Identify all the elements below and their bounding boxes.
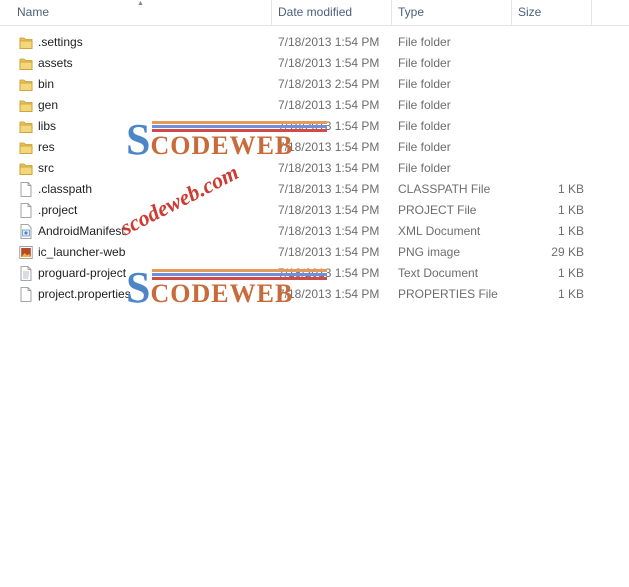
file-date-modified: 7/18/2013 1:54 PM [278, 56, 380, 70]
file-date-modified: 7/18/2013 1:54 PM [278, 161, 380, 175]
file-row[interactable]: AndroidManifest 7/18/2013 1:54 PM XML Docu… [0, 221, 629, 242]
file-name: .classpath [38, 182, 93, 196]
file-list: .settings 7/18/2013 1:54 PM File folder ass… [0, 32, 629, 305]
file-row[interactable]: project.properties 7/18/2013 1:54 PM PROPE… [0, 284, 629, 305]
file-size: 1 KB [557, 182, 584, 196]
file-icon [19, 203, 33, 218]
file-date-modified: 7/18/2013 1:54 PM [278, 203, 380, 217]
file-row[interactable]: .classpath 7/18/2013 1:54 PM CLASSPATH Fil… [0, 179, 629, 200]
file-type: PNG image [398, 245, 461, 259]
file-type: File folder [398, 35, 451, 49]
column-header-date-modified[interactable]: Date modified [272, 0, 392, 25]
file-row[interactable]: bin 7/18/2013 2:54 PM File folder [0, 74, 629, 95]
file-row[interactable]: gen 7/18/2013 1:54 PM File folder [0, 95, 629, 116]
image-file-icon [19, 245, 33, 260]
file-type: PROPERTIES File [398, 287, 498, 301]
file-icon [19, 182, 33, 197]
file-type: File folder [398, 161, 451, 175]
file-date-modified: 7/18/2013 1:54 PM [278, 266, 380, 280]
file-name: gen [38, 98, 59, 112]
file-type: PROJECT File [398, 203, 477, 217]
file-type: File folder [398, 77, 451, 91]
folder-icon [19, 35, 33, 50]
file-date-modified: 7/18/2013 2:54 PM [278, 77, 380, 91]
column-header-date-label: Date modified [278, 5, 353, 19]
file-icon [19, 287, 33, 302]
folder-icon [19, 140, 33, 155]
file-type: File folder [398, 119, 451, 133]
file-size: 1 KB [557, 203, 584, 217]
file-row[interactable]: .project 7/18/2013 1:54 PM PROJECT File 1 K… [0, 200, 629, 221]
file-name: res [38, 140, 55, 154]
xml-file-icon [19, 224, 33, 239]
file-type: XML Document [398, 224, 481, 238]
file-size: 1 KB [557, 266, 584, 280]
column-header-type-label: Type [398, 5, 425, 19]
column-header-size[interactable]: Size [512, 0, 592, 25]
file-date-modified: 7/18/2013 1:54 PM [278, 245, 380, 259]
sort-ascending-icon: ▲ [137, 0, 144, 7]
file-date-modified: 7/18/2013 1:54 PM [278, 287, 380, 301]
file-row[interactable]: .settings 7/18/2013 1:54 PM File folder [0, 32, 629, 53]
column-header-name-label: Name [17, 5, 50, 19]
folder-icon [19, 119, 33, 134]
file-type: Text Document [398, 266, 479, 280]
file-size: 1 KB [557, 287, 584, 301]
file-name: project.properties [38, 287, 131, 301]
file-row[interactable]: assets 7/18/2013 1:54 PM File folder [0, 53, 629, 74]
file-date-modified: 7/18/2013 1:54 PM [278, 119, 380, 133]
column-header-size-label: Size [518, 5, 542, 19]
file-size: 1 KB [557, 224, 584, 238]
file-name: bin [38, 77, 55, 91]
folder-icon [19, 56, 33, 71]
file-name: proguard-project [38, 266, 127, 280]
file-type: File folder [398, 140, 451, 154]
column-header-type[interactable]: Type [392, 0, 512, 25]
file-row[interactable]: libs 7/18/2013 1:54 PM File folder [0, 116, 629, 137]
file-name: AndroidManifest [38, 224, 125, 238]
folder-icon [19, 98, 33, 113]
file-name: .project [38, 203, 78, 217]
file-type: File folder [398, 56, 451, 70]
file-name: assets [38, 56, 73, 70]
file-date-modified: 7/18/2013 1:54 PM [278, 98, 380, 112]
file-date-modified: 7/18/2013 1:54 PM [278, 182, 380, 196]
file-row[interactable]: proguard-project 7/18/2013 1:54 PM Text Do… [0, 263, 629, 284]
text-file-icon [19, 266, 33, 281]
file-type: CLASSPATH File [398, 182, 491, 196]
file-date-modified: 7/18/2013 1:54 PM [278, 224, 380, 238]
file-date-modified: 7/18/2013 1:54 PM [278, 140, 380, 154]
file-date-modified: 7/18/2013 1:54 PM [278, 35, 380, 49]
file-size: 29 KB [551, 245, 584, 259]
folder-icon [19, 161, 33, 176]
file-row[interactable]: src 7/18/2013 1:54 PM File folder [0, 158, 629, 179]
file-name: src [38, 161, 54, 175]
file-name: ic_launcher-web [38, 245, 126, 259]
folder-icon [19, 77, 33, 92]
file-row[interactable]: res 7/18/2013 1:54 PM File folder [0, 137, 629, 158]
column-header-bar: Name ▲ Date modified Type Size [0, 0, 629, 26]
file-name: libs [38, 119, 57, 133]
file-name: .settings [38, 35, 83, 49]
file-type: File folder [398, 98, 451, 112]
file-row[interactable]: ic_launcher-web 7/18/2013 1:54 PM PNG imag… [0, 242, 629, 263]
